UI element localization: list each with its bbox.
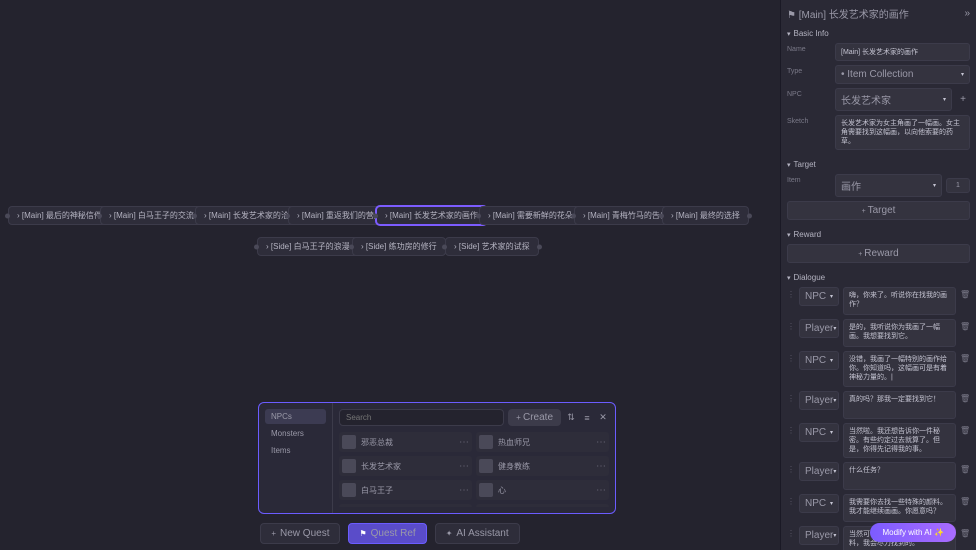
quest-node[interactable]: › [Main] 白马王子的交流	[100, 206, 203, 225]
palette-item[interactable]: 长发艺术家⋯	[339, 456, 472, 476]
inspector-close-icon[interactable]: »	[964, 8, 970, 19]
more-icon[interactable]: ⋯	[459, 437, 469, 448]
palette-tab-npcs[interactable]: NPCs	[265, 409, 326, 424]
palette-item[interactable]: 心⋯	[476, 480, 609, 500]
palette-create-button[interactable]: + Create	[508, 409, 561, 426]
quest-node[interactable]: › [Main] 长发艺术家的画作	[376, 206, 487, 225]
inspector-title: ⚑ [Main] 长发艺术家的画作	[787, 6, 909, 21]
inspector-panel: ⚑ [Main] 长发艺术家的画作 » Basic Info Name[Main…	[780, 0, 976, 550]
delete-icon[interactable]: 🗑	[960, 391, 970, 403]
dialogue-speaker-select[interactable]: Player	[799, 391, 839, 410]
dialogue-text-input[interactable]: 没错，我画了一幅特别的画作给你。你知道吗，这幅画可是有着神秘力量的。|	[843, 351, 956, 386]
quest-node[interactable]: › [Main] 最终的选择	[662, 206, 749, 225]
drag-handle-icon[interactable]: ⋮	[787, 287, 795, 299]
dialogue-speaker-select[interactable]: Player	[799, 462, 839, 481]
ai-assistant-button[interactable]: ✦ AI Assistant	[435, 523, 520, 544]
drag-handle-icon[interactable]: ⋮	[787, 423, 795, 435]
quest-node[interactable]: › [Side] 练功房的修行	[352, 237, 446, 256]
dialogue-speaker-select[interactable]: Player	[799, 319, 839, 338]
dialogue-speaker-select[interactable]: NPC	[799, 351, 839, 370]
dialogue-text-input[interactable]: 什么任务？	[843, 462, 956, 490]
thumbnail-icon	[342, 459, 356, 473]
delete-icon[interactable]: 🗑	[960, 319, 970, 331]
drag-handle-icon[interactable]: ⋮	[787, 494, 795, 506]
add-npc-button[interactable]: +	[956, 94, 970, 105]
sketch-textarea[interactable]: 长发艺术家为女主角画了一幅画。女主角需要找到这幅画，以向他索要的药草。	[835, 115, 970, 150]
dialogue-text-input[interactable]: 我需要你去找一些特殊的颜料。我才能继续画画。你愿意吗？	[843, 494, 956, 522]
thumbnail-icon	[342, 435, 356, 449]
section-reward[interactable]: Reward	[787, 230, 970, 239]
dialogue-text-input[interactable]: 是的，我听说你为我画了一幅画。我想要找到它。	[843, 319, 956, 347]
palette-item[interactable]: 白马王子⋯	[339, 480, 472, 500]
close-icon[interactable]: ✕	[597, 412, 609, 424]
drag-handle-icon[interactable]: ⋮	[787, 351, 795, 363]
dialogue-speaker-select[interactable]: NPC	[799, 494, 839, 513]
more-icon[interactable]: ⋯	[459, 485, 469, 496]
asset-palette: NPCs Monsters Items + Create ⇅ ≡ ✕ 邪恶总裁⋯…	[258, 402, 616, 514]
quest-node[interactable]: › [Main] 需要新鲜的花朵	[479, 206, 582, 225]
palette-item[interactable]: 手机⋯	[476, 504, 609, 507]
list-icon[interactable]: ≡	[581, 412, 593, 424]
drag-handle-icon[interactable]: ⋮	[787, 319, 795, 331]
more-icon[interactable]: ⋯	[596, 437, 606, 448]
palette-tab-items[interactable]: Items	[265, 443, 326, 458]
quest-node[interactable]: › [Main] 最后的神秘信件	[8, 206, 111, 225]
add-target-button[interactable]: + Target	[787, 201, 970, 220]
palette-item[interactable]: 健身教练⋯	[476, 456, 609, 476]
name-input[interactable]: [Main] 长发艺术家的画作	[835, 43, 970, 61]
quest-node[interactable]: › [Side] 艺术家的试探	[445, 237, 539, 256]
delete-icon[interactable]: 🗑	[960, 351, 970, 363]
dialogue-text-input[interactable]: 真的吗？那我一定要找到它！	[843, 391, 956, 419]
dialogue-speaker-select[interactable]: NPC	[799, 423, 839, 442]
quest-ref-button[interactable]: ⚑ Quest Ref	[348, 523, 426, 544]
palette-tab-monsters[interactable]: Monsters	[265, 426, 326, 441]
dialogue-speaker-select[interactable]: NPC	[799, 287, 839, 306]
target-qty-input[interactable]: 1	[946, 178, 970, 193]
delete-icon[interactable]: 🗑	[960, 287, 970, 299]
new-quest-button[interactable]: + New Quest	[260, 523, 340, 544]
section-target[interactable]: Target	[787, 160, 970, 169]
quest-node[interactable]: › [Side] 白马王子的浪漫	[257, 237, 359, 256]
dialogue-text-input[interactable]: 当然啦。我还想告诉你一件秘密。有些约定过去就算了。但是，你得先记得我的事。	[843, 423, 956, 458]
section-dialogue[interactable]: Dialogue	[787, 273, 970, 282]
dialogue-text-input[interactable]: 嗨，你来了。听说你在找我的画作？	[843, 287, 956, 315]
sort-icon[interactable]: ⇅	[565, 412, 577, 424]
add-reward-button[interactable]: + Reward	[787, 244, 970, 263]
drag-handle-icon[interactable]: ⋮	[787, 526, 795, 538]
npc-select[interactable]: 长发艺术家	[835, 88, 952, 111]
drag-handle-icon[interactable]: ⋮	[787, 391, 795, 403]
delete-icon[interactable]: 🗑	[960, 462, 970, 474]
type-select[interactable]: • Item Collection	[835, 65, 970, 84]
delete-icon[interactable]: 🗑	[960, 526, 970, 538]
dialogue-speaker-select[interactable]: Player	[799, 526, 839, 545]
delete-icon[interactable]: 🗑	[960, 423, 970, 435]
palette-item[interactable]: 热血师兄⋯	[476, 432, 609, 452]
thumbnail-icon	[342, 483, 356, 497]
thumbnail-icon	[479, 435, 493, 449]
target-item-select[interactable]: 画作	[835, 174, 942, 197]
delete-icon[interactable]: 🗑	[960, 494, 970, 506]
section-basic-info[interactable]: Basic Info	[787, 29, 970, 38]
palette-item[interactable]: 青梅竹马⋯	[339, 504, 472, 507]
more-icon[interactable]: ⋯	[596, 461, 606, 472]
palette-item[interactable]: 邪恶总裁⋯	[339, 432, 472, 452]
palette-search-input[interactable]	[339, 409, 504, 426]
modify-with-ai-button[interactable]: Modify with AI ✨	[870, 523, 956, 542]
more-icon[interactable]: ⋯	[459, 461, 469, 472]
thumbnail-icon	[479, 459, 493, 473]
thumbnail-icon	[479, 483, 493, 497]
more-icon[interactable]: ⋯	[596, 485, 606, 496]
drag-handle-icon[interactable]: ⋮	[787, 462, 795, 474]
